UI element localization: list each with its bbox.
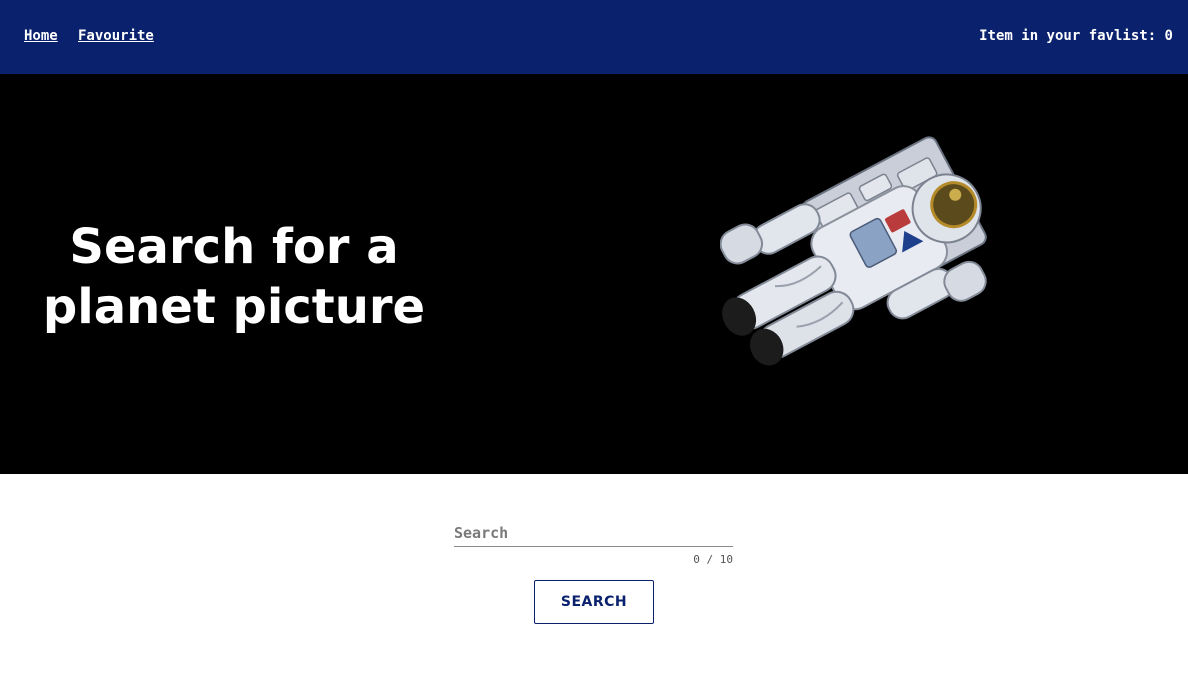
hero-title-line-2: planet picture [42,279,426,335]
hero-banner: Search for a planet picture [0,74,1188,474]
nav-link-favourite[interactable]: Favourite [78,27,154,45]
search-button[interactable]: SEARCH [534,580,654,624]
hero-title: Search for a planet picture [24,217,444,337]
search-char-counter: 0 / 10 [693,553,733,566]
search-field-container: 0 / 10 [454,512,733,568]
favlist-count: Item in your favlist: 0 [979,28,1173,44]
nav-link-home[interactable]: Home [24,27,58,45]
top-nav-bar: Home Favourite Item in your favlist: 0 [0,0,1188,74]
search-input[interactable] [454,520,733,547]
hero-title-line-1: Search for a [69,219,399,275]
astronaut-image [720,136,987,366]
